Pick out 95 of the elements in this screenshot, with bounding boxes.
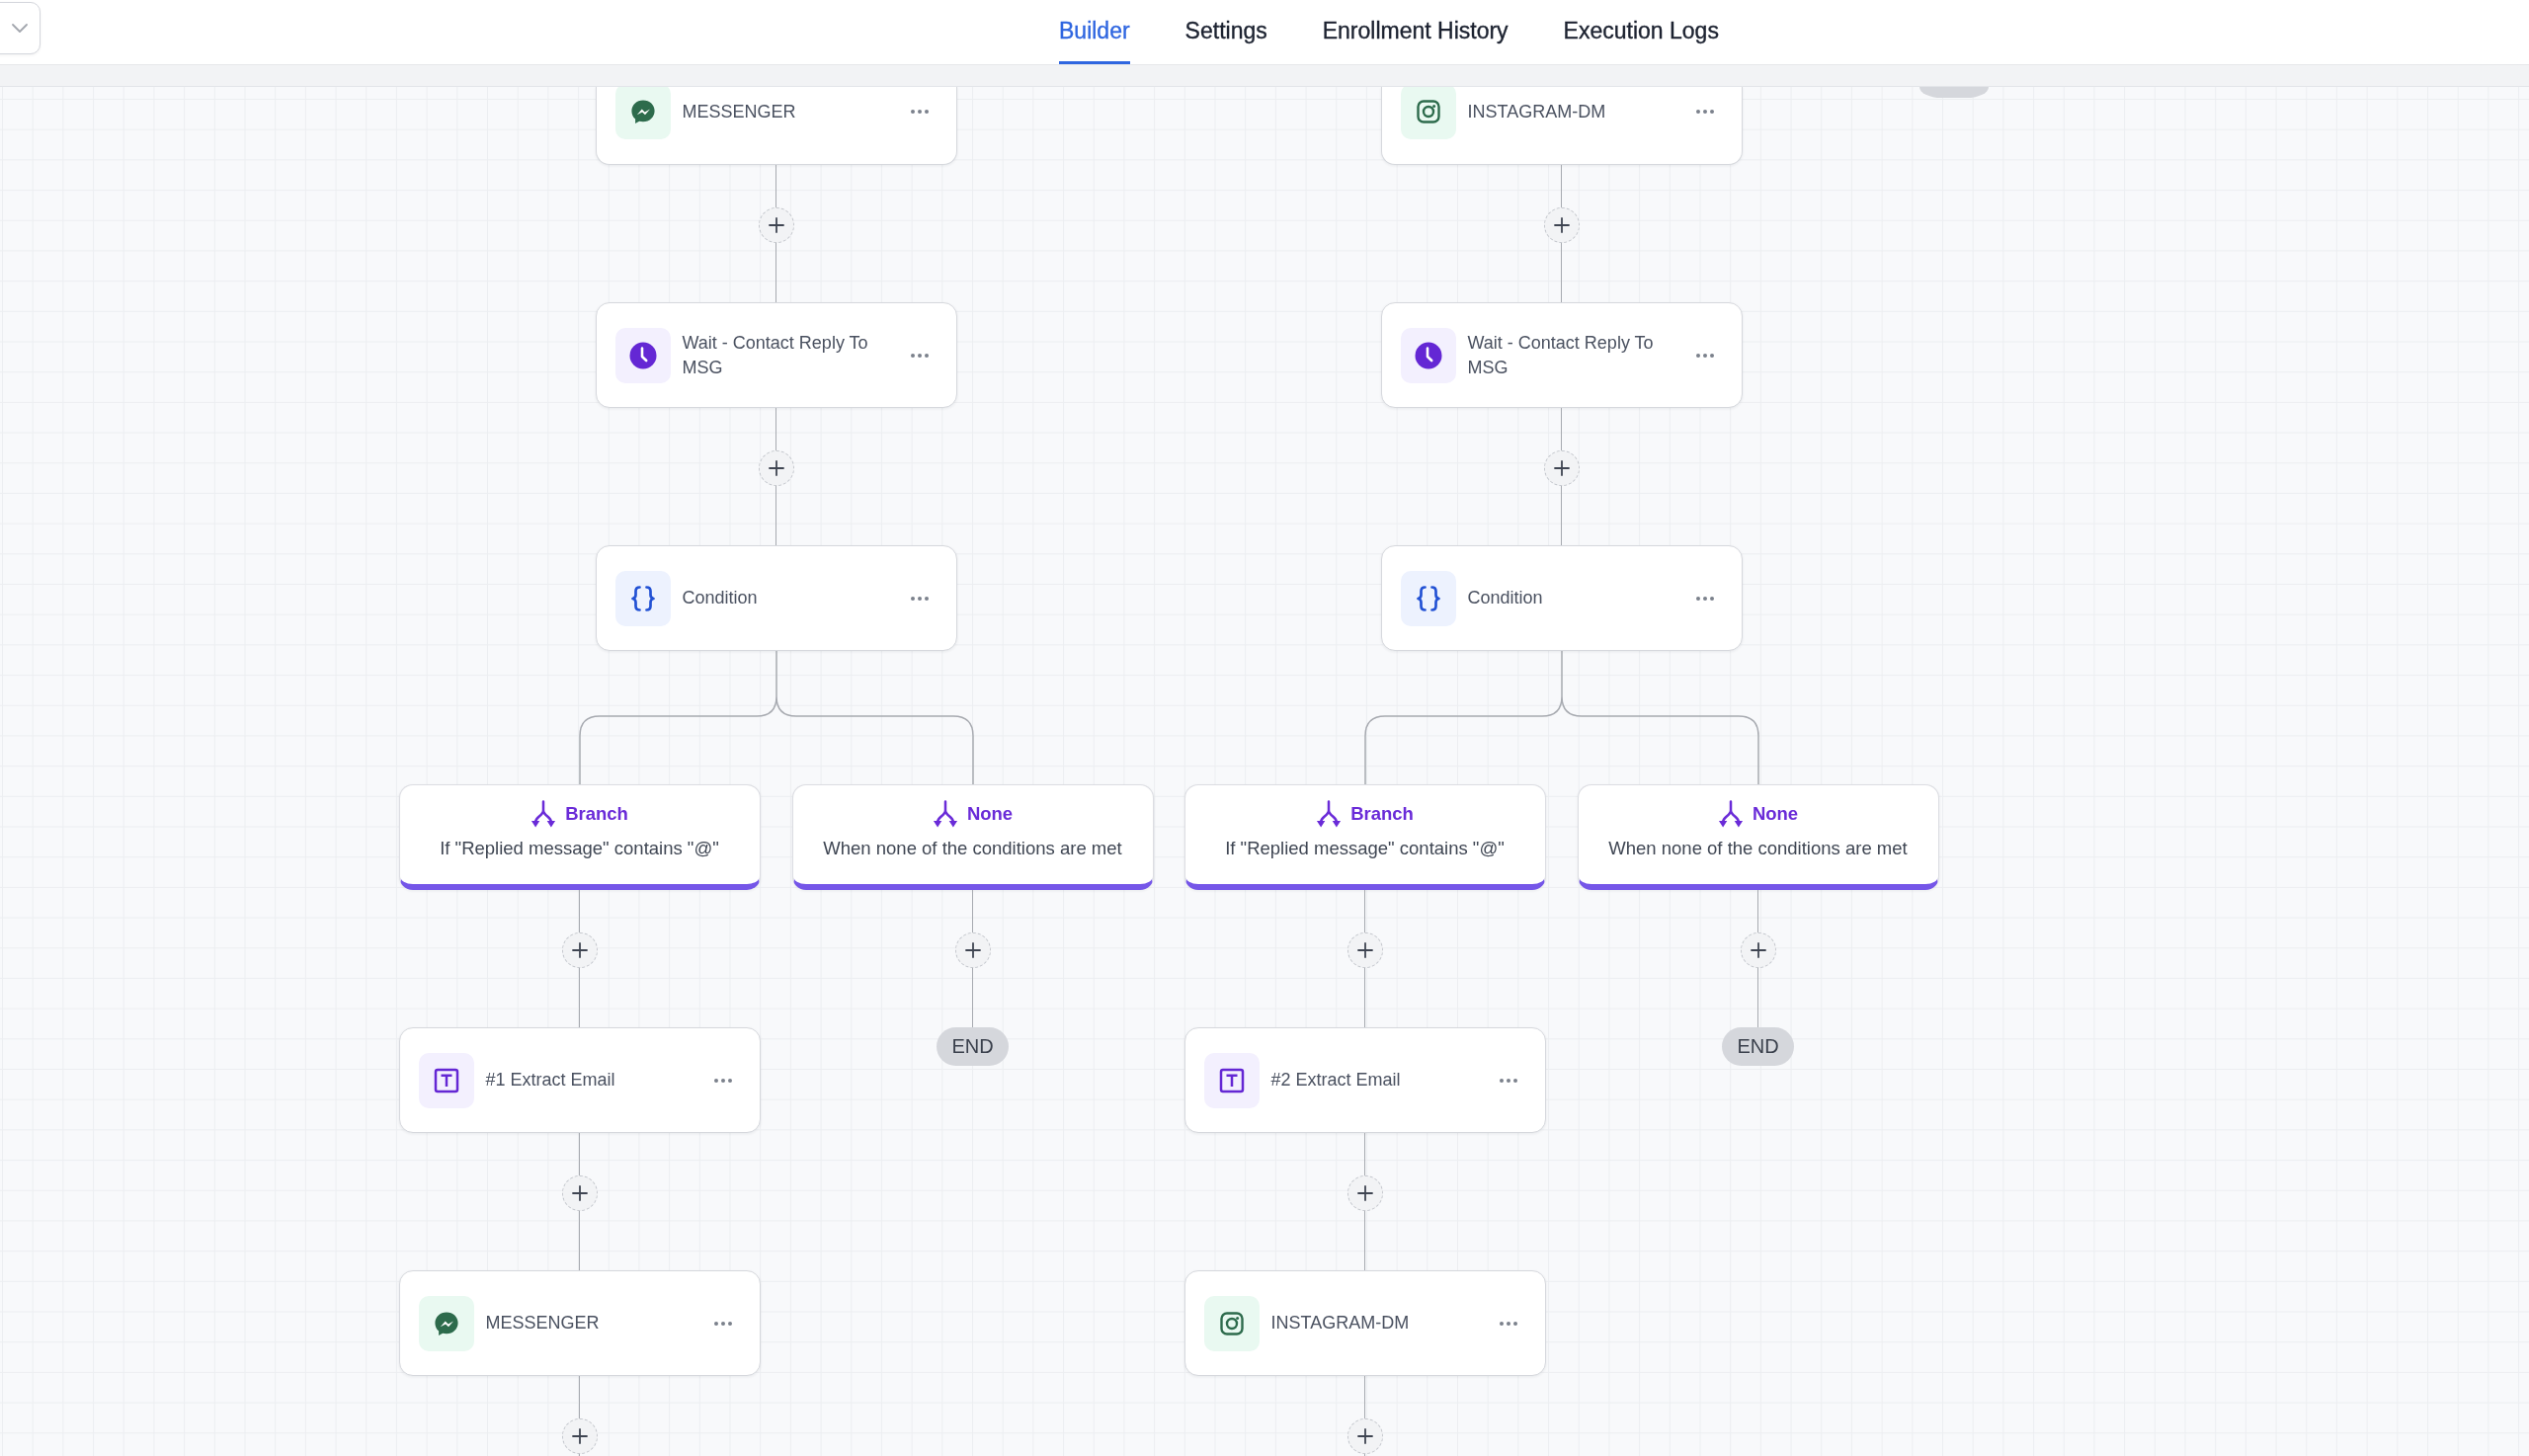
connector-line [1560, 408, 1563, 450]
connector-line [578, 1376, 581, 1418]
connector-line [775, 486, 777, 545]
add-step-button[interactable] [758, 207, 794, 243]
step-title: INSTAGRAM-DM [1270, 1312, 1411, 1335]
plus-icon [1356, 942, 1373, 958]
connector-line [578, 968, 581, 1027]
step-title: Condition [682, 587, 759, 609]
connector-line [971, 968, 974, 1027]
plus-icon [768, 460, 784, 476]
branch-description: When none of the conditions are met [1608, 837, 1908, 860]
branch-title: None [1752, 803, 1799, 825]
connector-line [1560, 486, 1563, 545]
split-arrows-icon [1717, 800, 1744, 828]
add-step-button[interactable] [561, 1175, 598, 1211]
plus-icon [1553, 460, 1570, 476]
tab[interactable]: Execution Logs [1563, 0, 1719, 64]
connector-line [1560, 243, 1563, 302]
ellipsis-icon [910, 353, 929, 358]
add-step-button[interactable] [1543, 450, 1580, 486]
branch-title: Branch [1350, 803, 1414, 825]
add-step-button[interactable] [561, 932, 598, 968]
connector-line [578, 1211, 581, 1270]
add-step-button[interactable] [1346, 1418, 1383, 1454]
clock-icon [614, 327, 671, 383]
step-title: Wait - Contact Reply To MSG [682, 331, 869, 379]
branch-description: When none of the conditions are met [823, 837, 1122, 860]
plus-icon [1553, 217, 1570, 233]
add-step-button[interactable] [954, 932, 991, 968]
plus-icon [964, 942, 981, 958]
chevron-down-icon [11, 24, 28, 33]
plus-icon [1356, 1185, 1373, 1201]
text-box-icon [418, 1052, 474, 1108]
add-step-button[interactable] [758, 450, 794, 486]
branch-title: None [966, 803, 1014, 825]
add-step-button[interactable] [561, 1418, 598, 1454]
end-node: END [937, 1027, 1009, 1066]
ellipsis-icon [713, 1078, 732, 1083]
plus-icon [1750, 942, 1766, 958]
step-title: #2 Extract Email [1270, 1069, 1402, 1092]
clock-icon [1400, 327, 1456, 383]
plus-icon [571, 942, 588, 958]
connector-line [775, 408, 777, 450]
camera-icon [1203, 1295, 1260, 1351]
connector-line [1756, 968, 1759, 1027]
connector-line [1560, 165, 1563, 207]
plus-icon [571, 1428, 588, 1444]
ellipsis-icon [1695, 596, 1714, 601]
ellipsis-icon [1499, 1321, 1517, 1326]
step-title: MESSENGER [485, 1312, 601, 1335]
branch-title: Branch [565, 803, 628, 825]
add-step-button[interactable] [1543, 207, 1580, 243]
connector-line [775, 165, 777, 207]
braces-icon [614, 570, 671, 626]
split-arrows-icon [530, 800, 557, 828]
connector-line [775, 243, 777, 302]
step-title: #1 Extract Email [485, 1069, 616, 1092]
branch-description: If "Replied message" contains "@" [1225, 837, 1505, 860]
chat-bubble-icon [418, 1295, 474, 1351]
connector-line [1363, 1133, 1366, 1175]
connector-line [1756, 890, 1759, 932]
ellipsis-icon [1695, 353, 1714, 358]
tab[interactable]: Enrollment History [1322, 0, 1509, 64]
ellipsis-icon [910, 110, 929, 114]
add-step-button[interactable] [1740, 932, 1776, 968]
branch-description: If "Replied message" contains "@" [440, 837, 719, 860]
step-title: Wait - Contact Reply To MSG [1467, 331, 1655, 379]
text-box-icon [1203, 1052, 1260, 1108]
add-step-button[interactable] [1346, 932, 1383, 968]
connector-line [578, 890, 581, 932]
ellipsis-icon [910, 596, 929, 601]
split-arrows-icon [1316, 800, 1343, 828]
connector-line [578, 1133, 581, 1175]
connector-line [1363, 1211, 1366, 1270]
end-node: END [1722, 1027, 1794, 1066]
ellipsis-icon [1695, 110, 1714, 114]
connector-line [1363, 968, 1366, 1027]
plus-icon [768, 217, 784, 233]
connector-line [1363, 1376, 1366, 1418]
plus-icon [571, 1185, 588, 1201]
split-arrows-icon [932, 800, 958, 828]
camera-icon [1400, 87, 1456, 139]
step-title: Condition [1467, 587, 1544, 609]
add-step-button[interactable] [1346, 1175, 1383, 1211]
ellipsis-icon [1499, 1078, 1517, 1083]
step-title: MESSENGER [682, 100, 797, 123]
cut-off-node [1919, 87, 1989, 98]
ellipsis-icon [713, 1321, 732, 1326]
braces-icon [1400, 570, 1456, 626]
plus-icon [1356, 1428, 1373, 1444]
connector-line [1363, 890, 1366, 932]
step-title: INSTAGRAM-DM [1467, 100, 1607, 123]
tab[interactable]: Builder [1059, 0, 1130, 64]
tab[interactable]: Settings [1184, 0, 1267, 64]
connector-line [971, 890, 974, 932]
